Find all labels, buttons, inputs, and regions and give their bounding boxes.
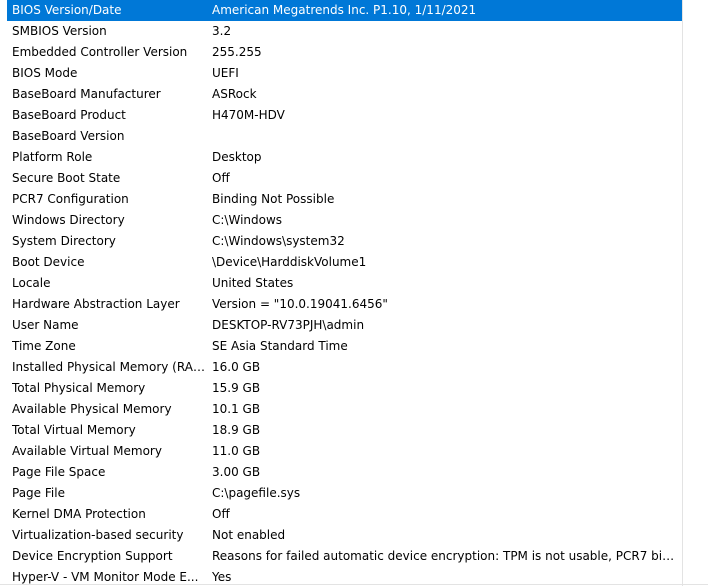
list-item[interactable]: Platform Role Desktop [7,147,682,168]
item-value: 18.9 GB [212,423,261,437]
list-item[interactable]: BIOS Mode UEFI [7,63,682,84]
item-name: Hardware Abstraction Layer [12,297,180,311]
system-summary-list[interactable]: BIOS Version/Date American Megatrends Inc… [0,0,708,586]
item-value: 15.9 GB [212,381,261,395]
item-name: System Directory [12,234,116,248]
item-name: Page File [12,486,65,500]
list-item[interactable]: System Directory C:\Windows\system32 [7,231,682,252]
item-value: Not enabled [212,528,286,542]
item-name: Installed Physical Memory (RAM) [12,360,207,374]
item-name: User Name [12,318,79,332]
item-value: \Device\HarddiskVolume1 [212,255,367,269]
list-item[interactable]: Page File C:\pagefile.sys [7,483,682,504]
list-item[interactable]: BIOS Version/Date American Megatrends Inc… [7,0,682,21]
item-name: Boot Device [12,255,85,269]
item-value: ASRock [212,87,257,101]
item-name: BaseBoard Version [12,129,125,143]
list-item[interactable]: SMBIOS Version 3.2 [7,21,682,42]
item-name: PCR7 Configuration [12,192,129,206]
item-value: 3.00 GB [212,465,261,479]
list-item[interactable]: Windows Directory C:\Windows [7,210,682,231]
list-item[interactable]: Secure Boot State Off [7,168,682,189]
item-value: Version = "10.0.19041.6456" [212,297,388,311]
system-summary-rows: BIOS Version/Date American Megatrends Inc… [7,0,682,586]
list-item[interactable]: Total Virtual Memory 18.9 GB [7,420,682,441]
item-value: Binding Not Possible [212,192,335,206]
item-value: 3.2 [212,24,232,38]
item-value: C:\Windows\system32 [212,234,345,248]
list-item[interactable]: Kernel DMA Protection Off [7,504,682,525]
item-value: United States [212,276,294,290]
item-value: SE Asia Standard Time [212,339,348,353]
list-item[interactable]: Page File Space 3.00 GB [7,462,682,483]
list-item[interactable]: User Name DESKTOP-RV73PJH\admin [7,315,682,336]
item-value: H470M-HDV [212,108,285,122]
list-item[interactable]: Virtualization-based security Not enabled [7,525,682,546]
item-value: DESKTOP-RV73PJH\admin [212,318,365,332]
list-item[interactable]: BaseBoard Manufacturer ASRock [7,84,682,105]
list-item[interactable]: Boot Device \Device\HarddiskVolume1 [7,252,682,273]
item-value: 11.0 GB [212,444,261,458]
item-name: Platform Role [12,150,93,164]
item-name: Page File Space [12,465,106,479]
list-item[interactable]: Installed Physical Memory (RAM) 16.0 GB [7,357,682,378]
item-name: BaseBoard Product [12,108,126,122]
item-value: American Megatrends Inc. P1.10, 1/11/202… [212,3,477,17]
item-name: Embedded Controller Version [12,45,188,59]
item-name: Windows Directory [12,213,125,227]
item-value: Off [212,507,230,521]
column-separator [682,0,683,586]
item-name: Secure Boot State [12,171,121,185]
item-name: SMBIOS Version [12,24,107,38]
list-item[interactable]: BaseBoard Product H470M-HDV [7,105,682,126]
item-name: Time Zone [12,339,76,353]
list-bottom-border [0,584,708,585]
item-value: Reasons for failed automatic device encr… [212,549,680,563]
item-value: 10.1 GB [212,402,261,416]
item-value: Desktop [212,150,262,164]
list-item[interactable]: Embedded Controller Version 255.255 [7,42,682,63]
item-name: Total Physical Memory [12,381,146,395]
item-value: Off [212,171,230,185]
item-name: Available Virtual Memory [12,444,162,458]
list-item[interactable]: Device Encryption Support Reasons for fai… [7,546,682,567]
item-value: 255.255 [212,45,262,59]
item-name: Locale [12,276,51,290]
item-name: BIOS Mode [12,66,78,80]
item-name: BIOS Version/Date [12,3,122,17]
list-item[interactable]: Time Zone SE Asia Standard Time [7,336,682,357]
item-value: UEFI [212,66,239,80]
item-name: Total Virtual Memory [12,423,136,437]
item-value: C:\pagefile.sys [212,486,301,500]
item-name: Kernel DMA Protection [12,507,146,521]
list-item[interactable]: BaseBoard Version [7,126,682,147]
item-name: Device Encryption Support [12,549,173,563]
list-item[interactable]: Available Physical Memory 10.1 GB [7,399,682,420]
list-item[interactable]: PCR7 Configuration Binding Not Possible [7,189,682,210]
item-value: C:\Windows [212,213,283,227]
item-value: 16.0 GB [212,360,261,374]
list-item[interactable]: Total Physical Memory 15.9 GB [7,378,682,399]
item-name: BaseBoard Manufacturer [12,87,161,101]
item-name: Virtualization-based security [12,528,184,542]
list-item[interactable]: Available Virtual Memory 11.0 GB [7,441,682,462]
list-item[interactable]: Hardware Abstraction Layer Version = "10.… [7,294,682,315]
item-name: Available Physical Memory [12,402,172,416]
list-item[interactable]: Locale United States [7,273,682,294]
